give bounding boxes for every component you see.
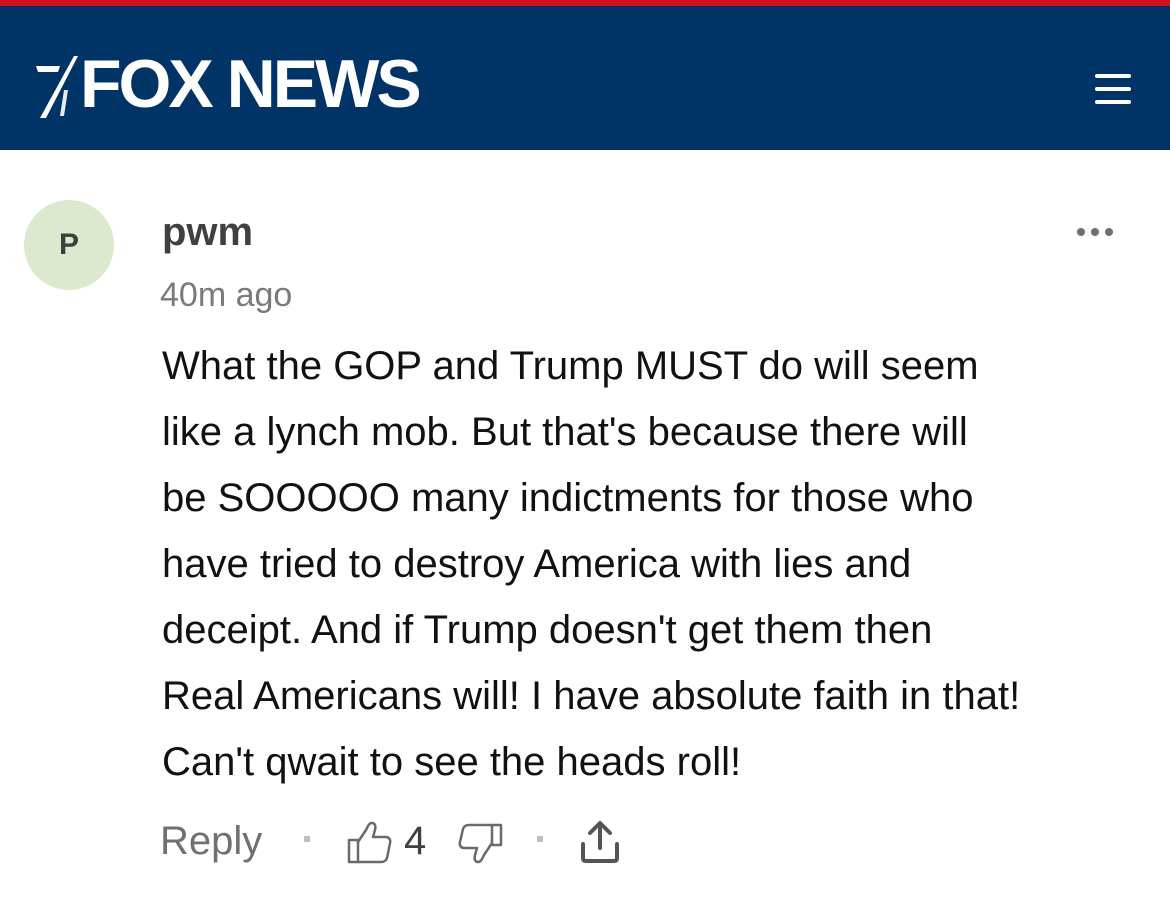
comment-line: What the GOP and Trump MUST do will seem (162, 344, 979, 388)
comment-username[interactable]: pwm (162, 208, 253, 256)
separator-dot (304, 836, 310, 842)
reply-button[interactable]: Reply (160, 818, 262, 864)
thumbs-up-icon[interactable] (346, 820, 394, 866)
comment-body: What the GOP and Trump MUST do will seem… (162, 333, 1142, 795)
more-options-icon[interactable] (1074, 222, 1116, 242)
comment-line: deceipt. And if Trump doesn't get them t… (162, 608, 933, 652)
share-icon[interactable] (578, 818, 622, 866)
logo-text: FOX NEWS (80, 46, 422, 122)
comment-line: have tried to destroy America with lies … (162, 542, 912, 586)
hamburger-menu-icon[interactable] (1092, 68, 1134, 110)
comment-line: Real Americans will! I have absolute fai… (162, 674, 1021, 718)
comment-timestamp: 40m ago (160, 276, 293, 314)
thumbs-down-icon[interactable] (456, 822, 504, 868)
site-header: FOX NEWS (0, 6, 1170, 150)
comment-line: be SOOOOO many indictments for those who (162, 476, 974, 520)
separator-dot (537, 836, 543, 842)
comment-actions: Reply 4 (160, 812, 760, 872)
like-count: 4 (404, 819, 427, 863)
avatar[interactable]: P (24, 200, 114, 290)
fox-news-logo[interactable]: FOX NEWS (34, 44, 422, 124)
comment-line: Can't qwait to see the heads roll! (162, 740, 742, 784)
comment-line: like a lynch mob. But that's because the… (162, 410, 968, 454)
